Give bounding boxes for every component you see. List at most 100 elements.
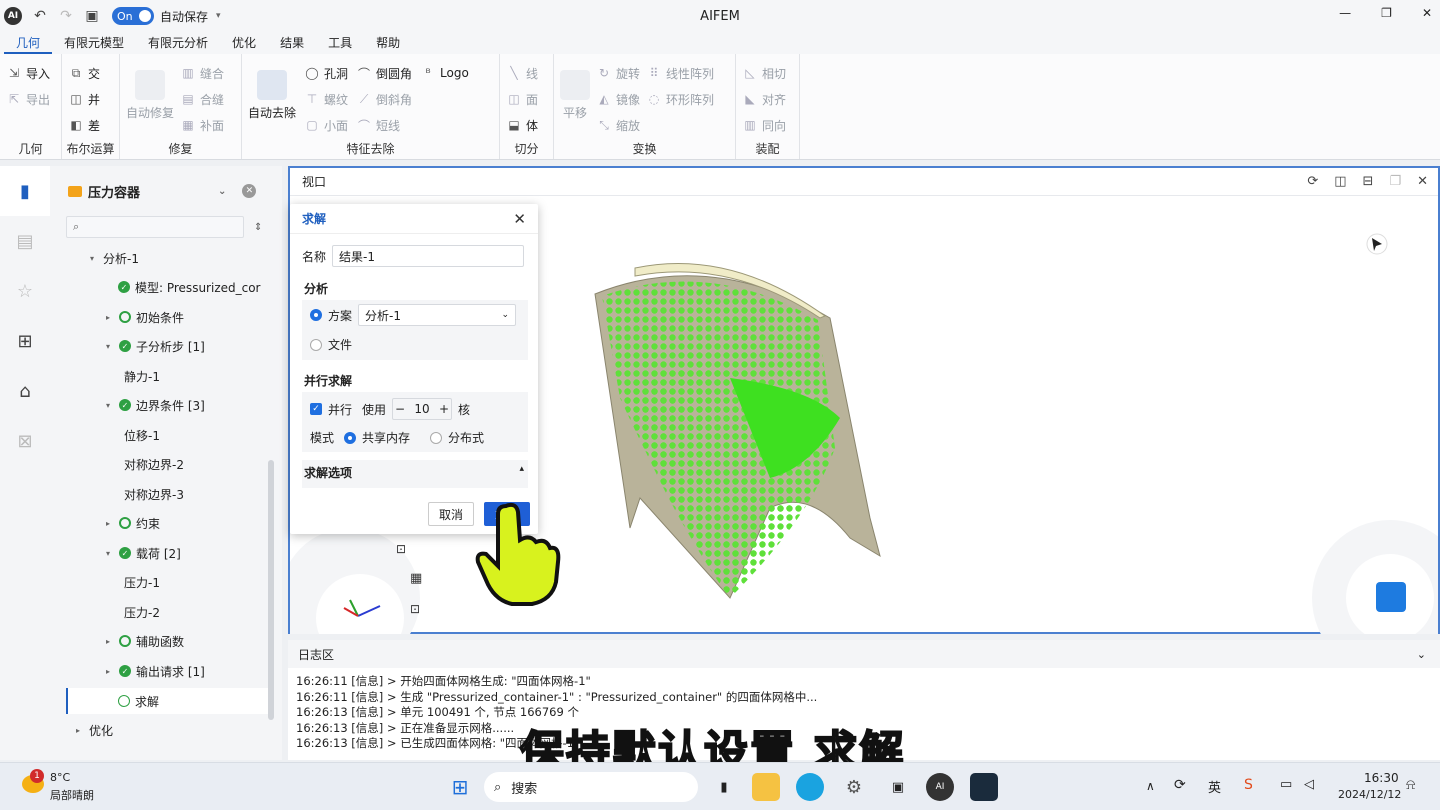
import-button[interactable]: ⇲ 导入 [6, 60, 55, 86]
split-horizontal-icon[interactable]: ⊟ [1363, 174, 1374, 189]
patch-button[interactable]: ▦ 补面 [180, 112, 224, 138]
thread-button[interactable]: ⊤ 螺纹 [304, 86, 348, 112]
parallel-checkbox[interactable]: ✓ [310, 403, 322, 415]
clear-icon[interactable]: ✕ [242, 184, 257, 198]
short-edge-button[interactable]: ⌒ 短线 [356, 112, 412, 138]
circular-array-button[interactable]: ◌ 环形阵列 [646, 86, 714, 112]
viewport-close-icon[interactable]: ✕ [1417, 174, 1428, 189]
terminal-icon[interactable] [970, 773, 998, 801]
tree-node-aux[interactable]: ▸ 辅助函数 [106, 631, 184, 651]
tree-node-substep[interactable]: ▾ ✓ 子分析步 [1] [106, 336, 205, 356]
tree-node-output[interactable]: ▸ ✓ 输出请求 [1] [106, 661, 205, 681]
rotate-button[interactable]: ↻ 旋转 [596, 60, 640, 86]
undo-icon[interactable]: ↶ [30, 6, 50, 26]
tree-node-solve[interactable]: 求解 [118, 691, 159, 711]
save-icon[interactable]: ▣ [82, 6, 102, 26]
taskbar-search[interactable]: ⌕ 搜索 [484, 772, 698, 802]
tree-node-optimize[interactable]: ▸ 优化 [76, 720, 113, 740]
cores-stepper[interactable]: −10 + [392, 398, 453, 420]
tree-node-model[interactable]: ✓ 模型: Pressurized_cor [118, 277, 261, 297]
scheme-radio[interactable] [310, 309, 322, 321]
autosave-toggle[interactable]: On [112, 7, 154, 25]
tree-scrollbar[interactable] [268, 460, 274, 720]
distributed-radio[interactable] [430, 431, 443, 444]
menu-fe-model[interactable]: 有限元模型 [52, 32, 136, 54]
redo-icon[interactable]: ↷ [56, 6, 76, 26]
edge-icon[interactable] [796, 773, 824, 801]
tangent-button[interactable]: ◺ 相切 [742, 60, 793, 86]
tree-node-sym3[interactable]: 对称边界-3 [124, 484, 184, 504]
favorite-icon[interactable]: ☆ [0, 266, 50, 316]
dropdown-icon[interactable]: ▾ [216, 11, 221, 21]
scale-button[interactable]: ⤡ 缩放 [596, 112, 640, 138]
tree-node-p1[interactable]: 压力-1 [124, 572, 160, 592]
restore-icon[interactable]: ❐ [1389, 174, 1401, 189]
small-face-button[interactable]: ▢ 小面 [304, 112, 348, 138]
open-folder-icon[interactable]: ⌂ [0, 366, 50, 416]
fillet-button[interactable]: ⌒ 倒圆角 [356, 60, 412, 86]
grid-icon[interactable]: ▦ [410, 571, 422, 586]
menu-geometry[interactable]: 几何 [4, 32, 53, 54]
explorer-icon[interactable] [752, 773, 780, 801]
tree-search-input[interactable]: ⌕ [66, 216, 244, 238]
menu-tools[interactable]: 工具 [316, 32, 364, 54]
cut-face-button[interactable]: ◫ 面 [506, 86, 547, 112]
view-cube-icon[interactable] [1376, 582, 1406, 612]
fit-view-icon[interactable]: ⊡ [396, 542, 406, 556]
split-vertical-icon[interactable]: ◫ [1334, 174, 1346, 189]
tree-node-bc[interactable]: ▾ ✓ 边界条件 [3] [106, 395, 205, 415]
chamfer-button[interactable]: ⟋ 倒斜角 [356, 86, 412, 112]
zoom-box-icon[interactable]: ⊡ [410, 602, 420, 616]
logo-button[interactable]: ᴮ Logo [420, 60, 468, 86]
sew-button[interactable]: ▥ 缝合 [180, 60, 224, 86]
linear-array-button[interactable]: ⠿ 线性阵列 [646, 60, 714, 86]
same-dir-button[interactable]: ▥ 同向 [742, 112, 793, 138]
mirror-button[interactable]: ◭ 镜像 [596, 86, 640, 112]
document-icon[interactable]: ▮ [0, 166, 50, 216]
tray-app-icon[interactable]: S [1244, 777, 1253, 793]
tree-node-constraint[interactable]: ▸ 约束 [106, 513, 160, 533]
tree-node-load[interactable]: ▾ ✓ 载荷 [2] [106, 543, 181, 563]
new-file-icon[interactable]: ⊞ [0, 316, 50, 366]
dialog-close-icon[interactable]: ✕ [513, 210, 526, 228]
tray-chevron-icon[interactable]: ∧ [1146, 779, 1155, 793]
app-icon[interactable]: ▣ [884, 773, 912, 801]
align-button[interactable]: ◣ 对齐 [742, 86, 793, 112]
hole-button[interactable]: ◯ 孔洞 [304, 60, 348, 86]
ime-indicator[interactable]: 英 [1208, 777, 1221, 796]
export-file-icon[interactable]: ⊠ [0, 416, 50, 466]
union-button[interactable]: ◫ 并 [68, 86, 113, 112]
file-radio[interactable] [310, 338, 322, 351]
chevron-up-icon[interactable]: ▴ [519, 464, 524, 474]
export-button[interactable]: ⇱ 导出 [6, 86, 55, 112]
menu-fe-analysis[interactable]: 有限元分析 [136, 32, 220, 54]
menu-help[interactable]: 帮助 [364, 32, 412, 54]
menu-results[interactable]: 结果 [268, 32, 316, 54]
tree-node-static[interactable]: 静力-1 [124, 366, 160, 386]
minimize-icon[interactable]: — [1339, 6, 1351, 20]
close-icon[interactable]: ✕ [1422, 6, 1432, 20]
shared-mem-radio[interactable] [344, 431, 357, 444]
network-icon[interactable]: ▭ [1280, 777, 1292, 792]
tree-node-sym2[interactable]: 对称边界-2 [124, 454, 184, 474]
subtract-button[interactable]: ◧ 差 [68, 112, 113, 138]
task-view-icon[interactable]: ▮ [710, 773, 738, 801]
report-icon[interactable]: ▤ [0, 216, 50, 266]
cut-line-button[interactable]: ╲ 线 [506, 60, 547, 86]
tree-node-disp[interactable]: 位移-1 [124, 425, 160, 445]
menu-optimize[interactable]: 优化 [220, 32, 268, 54]
chevron-down-icon[interactable]: ⌄ [1417, 648, 1426, 661]
tree-node-p2[interactable]: 压力-2 [124, 602, 160, 622]
plus-icon[interactable]: + [437, 402, 451, 416]
chevron-down-icon[interactable]: ⌄ [218, 186, 226, 197]
volume-icon[interactable]: ◁ [1304, 777, 1314, 792]
tree-node-analysis[interactable]: ▾ 分析-1 [90, 248, 139, 268]
sort-icon[interactable]: ⇕ [254, 222, 262, 233]
aifem-icon[interactable]: AI [926, 773, 954, 801]
minus-icon[interactable]: − [393, 402, 407, 416]
merge-button[interactable]: ▤ 合缝 [180, 86, 224, 112]
start-icon[interactable]: ⊞ [446, 773, 474, 801]
notification-bell-icon[interactable]: ⍾ [1406, 777, 1415, 793]
refresh-icon[interactable]: ⟳ [1307, 174, 1318, 189]
settings-icon[interactable]: ⚙ [840, 773, 868, 801]
